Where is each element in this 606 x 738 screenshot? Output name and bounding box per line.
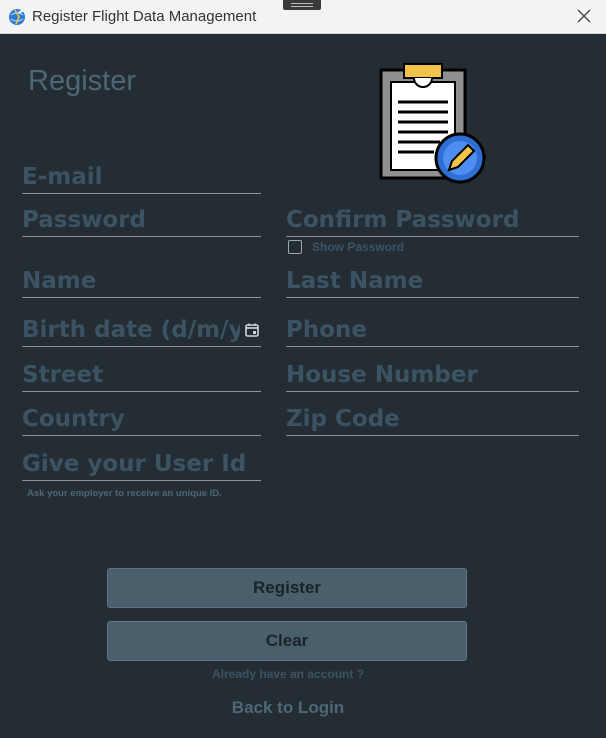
drag-handle[interactable] (283, 0, 321, 10)
show-password-checkbox[interactable] (288, 240, 302, 254)
register-window: Register Show Password (0, 34, 606, 738)
user-id-field (22, 443, 261, 481)
zip-code-field (286, 398, 579, 436)
house-number-input[interactable] (286, 362, 579, 388)
user-id-input[interactable] (22, 451, 261, 477)
page-title: Register (28, 65, 136, 97)
name-field (22, 260, 261, 298)
country-input[interactable] (22, 406, 261, 432)
user-id-hint: Ask your employer to receive an unique I… (27, 488, 222, 499)
globe-plane-icon (9, 9, 25, 25)
email-input[interactable] (22, 164, 261, 190)
street-input[interactable] (22, 362, 261, 388)
phone-input[interactable] (286, 317, 579, 343)
calendar-icon[interactable] (245, 323, 259, 337)
phone-field (286, 309, 579, 347)
birth-date-field (22, 309, 261, 347)
back-to-login-link[interactable]: Back to Login (0, 698, 576, 718)
email-field (22, 156, 261, 194)
close-icon[interactable] (576, 8, 592, 24)
already-account-text: Already have an account ? (211, 667, 365, 681)
clipboard-edit-icon (379, 63, 486, 184)
window-title: Register Flight Data Management (32, 8, 257, 25)
password-input[interactable] (22, 207, 261, 233)
show-password-row: Show Password (288, 240, 404, 254)
register-button[interactable]: Register (107, 568, 467, 608)
house-number-field (286, 354, 579, 392)
password-field (22, 199, 261, 237)
confirm-password-field (286, 199, 579, 237)
street-field (22, 354, 261, 392)
title-bar: Register Flight Data Management (0, 0, 606, 34)
birth-date-input[interactable] (22, 317, 240, 343)
zip-code-input[interactable] (286, 406, 579, 432)
country-field (22, 398, 261, 436)
show-password-label: Show Password (312, 240, 405, 254)
last-name-field (286, 260, 579, 298)
clear-button[interactable]: Clear (107, 621, 467, 661)
name-input[interactable] (22, 268, 261, 294)
confirm-password-input[interactable] (286, 207, 579, 233)
last-name-input[interactable] (286, 268, 579, 294)
